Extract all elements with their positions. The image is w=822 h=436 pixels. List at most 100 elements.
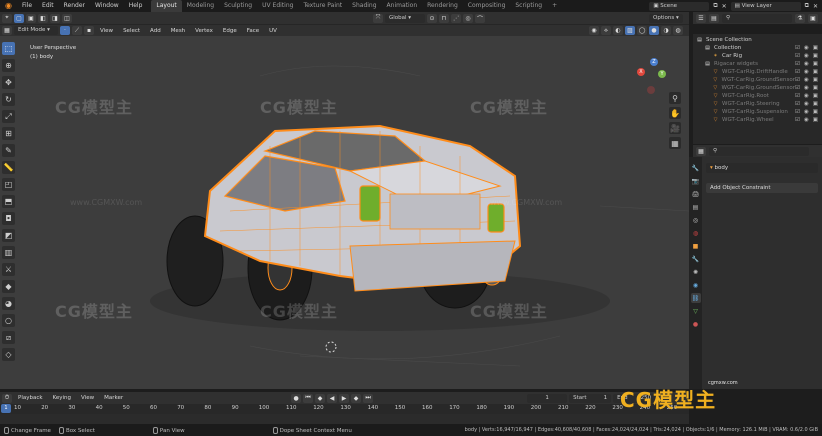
menu-window[interactable]: Window <box>90 0 124 12</box>
eye-icon[interactable]: ◉ <box>804 44 809 52</box>
constraint-icon[interactable]: ⛓ <box>690 293 701 303</box>
gizmo-x-axis[interactable]: X <box>637 68 645 76</box>
select-box-tool-icon[interactable]: ⬚ <box>2 42 15 55</box>
start-frame-field[interactable]: Start 1 <box>569 393 612 403</box>
modifier-icon[interactable]: 🔧 <box>691 254 701 264</box>
exclude-checkbox-icon[interactable]: ☑ <box>795 60 800 68</box>
outliner-row[interactable]: ▽ WGT-CarRig.DriftHandle ☑ ◉ ▣ <box>693 68 822 76</box>
properties-search-input[interactable]: ⚲ <box>709 146 809 156</box>
outliner-row[interactable]: ▽ WGT-CarRig.Wheel ☑ ◉ ▣ <box>693 116 822 124</box>
menu-render[interactable]: Render <box>59 0 90 12</box>
new-view-layer-icon[interactable]: ⧉ <box>805 2 809 10</box>
poly-build-tool-icon[interactable]: ◆ <box>2 280 15 293</box>
menu-vertex[interactable]: Vertex <box>191 25 217 37</box>
camera-render-icon[interactable]: ▣ <box>813 92 818 100</box>
scene-icon[interactable]: ◎ <box>691 215 701 225</box>
properties-editor-icon[interactable]: ▦ <box>696 146 706 156</box>
extrude-tool-icon[interactable]: ⬒ <box>2 195 15 208</box>
exclude-checkbox-icon[interactable]: ☑ <box>795 44 800 52</box>
scale-tool-icon[interactable]: ⤢ <box>2 110 15 123</box>
outliner-row[interactable]: ▤ Collection ☑ ◉ ▣ <box>693 44 822 52</box>
xray-toggle-icon[interactable]: ▨ <box>625 26 635 35</box>
gizmo-neg-axis[interactable] <box>647 86 655 94</box>
camera-render-icon[interactable]: ▣ <box>813 108 818 116</box>
exclude-checkbox-icon[interactable]: ☑ <box>795 84 800 92</box>
tab-sculpting[interactable]: Sculpting <box>219 0 257 12</box>
edge-select-icon[interactable]: ⟋ <box>72 26 82 35</box>
object-icon[interactable]: ■ <box>691 241 701 251</box>
scene-selector[interactable]: ▣ Scene <box>649 1 710 11</box>
exclude-checkbox-icon[interactable]: ☑ <box>795 116 800 124</box>
shading-solid-icon[interactable]: ● <box>649 26 659 35</box>
mode-dropdown[interactable]: Edit Mode ▾ <box>14 26 58 35</box>
gizmo-z-axis[interactable]: Z <box>650 58 658 66</box>
play-reverse-icon[interactable]: ◀ <box>327 393 338 403</box>
eye-icon[interactable]: ◉ <box>804 84 809 92</box>
vertex-select-icon[interactable]: · <box>60 26 70 35</box>
proportional-edit-icon[interactable]: ◎ <box>463 13 473 23</box>
face-select-icon[interactable]: ▪ <box>84 26 94 35</box>
menu-edit[interactable]: Edit <box>37 0 59 12</box>
snap-icon[interactable]: ⊓ <box>439 13 449 23</box>
delete-scene-icon[interactable]: ✕ <box>722 3 727 10</box>
exclude-checkbox-icon[interactable]: ☑ <box>795 52 800 60</box>
tab-animation[interactable]: Animation <box>382 0 423 12</box>
current-frame-field[interactable]: 1 <box>527 393 568 403</box>
menu-timeline-view[interactable]: View <box>77 392 98 404</box>
camera-icon[interactable]: 🎥 <box>669 122 681 134</box>
knife-tool-icon[interactable]: ⚔ <box>2 263 15 276</box>
select-mode-extend-icon[interactable]: ▣ <box>26 13 36 23</box>
select-mode-box-icon[interactable]: ▢ <box>14 13 24 23</box>
outliner-row[interactable]: ▽ WGT-CarRig.Steering ☑ ◉ ▣ <box>693 100 822 108</box>
rotate-tool-icon[interactable]: ↻ <box>2 93 15 106</box>
exclude-checkbox-icon[interactable]: ☑ <box>795 108 800 116</box>
eye-icon[interactable]: ◉ <box>804 76 809 84</box>
tab-shading[interactable]: Shading <box>347 0 381 12</box>
particles-icon[interactable]: ✺ <box>691 267 701 277</box>
menu-keying[interactable]: Keying <box>49 392 75 404</box>
outliner-row[interactable]: ▽ WGT-CarRig.GroundSensor ☑ ◉ ▣ <box>693 84 822 92</box>
select-mode-invert-icon[interactable]: ◨ <box>50 13 60 23</box>
delete-view-layer-icon[interactable]: ✕ <box>813 3 818 10</box>
pivot-icon[interactable]: ⊙ <box>427 13 437 23</box>
camera-render-icon[interactable]: ▣ <box>813 116 818 124</box>
select-mode-intersect-icon[interactable]: ◫ <box>62 13 72 23</box>
tab-modeling[interactable]: Modeling <box>182 0 219 12</box>
blender-logo-icon[interactable]: ◉ <box>0 0 17 12</box>
exclude-checkbox-icon[interactable]: ☑ <box>795 76 800 84</box>
spin-tool-icon[interactable]: ◕ <box>2 297 15 310</box>
tool-icon[interactable]: 🔧 <box>691 163 701 173</box>
smooth-tool-icon[interactable]: ○ <box>2 314 15 327</box>
tab-scripting[interactable]: Scripting <box>510 0 547 12</box>
move-tool-icon[interactable]: ✥ <box>2 76 15 89</box>
view-layer-icon[interactable]: ▤ <box>691 202 701 212</box>
camera-render-icon[interactable]: ▣ <box>813 52 818 60</box>
camera-render-icon[interactable]: ▣ <box>813 68 818 76</box>
outliner-row[interactable]: ▤ Scene Collection <box>693 36 822 44</box>
zoom-icon[interactable]: ⚲ <box>669 92 681 104</box>
menu-file[interactable]: File <box>17 0 37 12</box>
play-icon[interactable]: ▶ <box>339 393 350 403</box>
menu-playback[interactable]: Playback <box>14 392 47 404</box>
menu-face[interactable]: Face <box>243 25 263 37</box>
perspective-grid-icon[interactable]: ▦ <box>669 137 681 149</box>
eye-icon[interactable]: ◉ <box>804 60 809 68</box>
cursor-tool-icon[interactable]: ⊕ <box>2 59 15 72</box>
outliner-row[interactable]: ▽ WGT-CarRig.Root ☑ ◉ ▣ <box>693 92 822 100</box>
bevel-tool-icon[interactable]: ◩ <box>2 229 15 242</box>
3d-viewport[interactable]: CG模型主 CG模型主 CG模型主 www.CGMXW.com www.CGMX… <box>0 36 689 389</box>
overlay-toggle-icon[interactable]: ◐ <box>613 26 623 35</box>
transform-tool-icon[interactable]: ⊞ <box>2 127 15 140</box>
timeline-editor-icon[interactable]: ⏱ <box>2 393 12 403</box>
exclude-checkbox-icon[interactable]: ☑ <box>795 68 800 76</box>
editor-type-icon[interactable]: ⌖ <box>2 13 12 23</box>
shading-rendered-icon[interactable]: ◍ <box>673 26 683 35</box>
select-mode-subtract-icon[interactable]: ◧ <box>38 13 48 23</box>
outliner-row[interactable]: ▽ WGT-CarRig.GroundSensor ☑ ◉ ▣ <box>693 76 822 84</box>
add-cube-tool-icon[interactable]: ◰ <box>2 178 15 191</box>
tab-uv-editing[interactable]: UV Editing <box>257 0 298 12</box>
menu-edge[interactable]: Edge <box>219 25 241 37</box>
exclude-checkbox-icon[interactable]: ☑ <box>795 92 800 100</box>
orientation-icon[interactable]: ⤧ <box>373 13 383 23</box>
next-key-icon[interactable]: ◆ <box>351 393 362 403</box>
